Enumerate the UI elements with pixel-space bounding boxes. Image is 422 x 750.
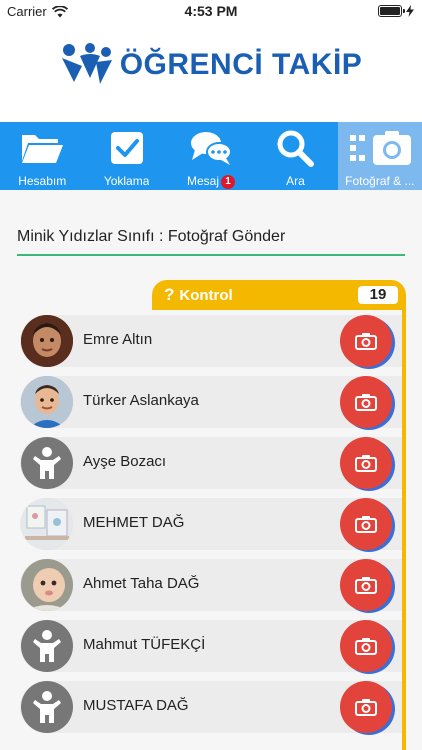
tab-fotograf[interactable]: Fotoğraf & ... bbox=[337, 122, 422, 190]
student-count: 19 bbox=[358, 286, 398, 304]
tab-label: Hesabım bbox=[18, 174, 67, 188]
student-name: Ayşe Bozacı bbox=[83, 453, 167, 470]
logo-text: ÖĞRENCİ TAKİP bbox=[119, 48, 363, 81]
tab-label: Ara bbox=[286, 174, 305, 188]
camera-icon bbox=[355, 516, 377, 533]
send-photo-button[interactable] bbox=[340, 376, 392, 428]
title-divider bbox=[17, 254, 405, 256]
avatar bbox=[21, 376, 73, 428]
tab-mesaj[interactable]: Mesaj 1 bbox=[169, 122, 253, 190]
battery-icon bbox=[378, 5, 405, 17]
camera-icon bbox=[355, 699, 377, 716]
charging-bolt-icon bbox=[406, 5, 414, 17]
person-placeholder-icon bbox=[33, 447, 61, 479]
tab-ara[interactable]: Ara bbox=[253, 122, 337, 190]
student-row: MUSTAFA DAĞ bbox=[20, 681, 402, 733]
child-photo bbox=[21, 376, 73, 428]
kontrol-rail bbox=[402, 308, 406, 750]
children-logo-icon bbox=[61, 43, 112, 84]
camera-icon bbox=[355, 577, 377, 594]
camera-icon bbox=[349, 131, 411, 165]
search-icon bbox=[277, 130, 315, 167]
child-photo bbox=[21, 315, 73, 367]
send-photo-button[interactable] bbox=[340, 437, 392, 489]
app-logo: ÖĞRENCİ TAKİP bbox=[0, 40, 422, 90]
tab-label: Yoklama bbox=[103, 174, 150, 188]
page-title: Minik Yıdızlar Sınıfı : Fotoğraf Gönder bbox=[17, 228, 286, 245]
chat-bubbles-icon bbox=[191, 132, 233, 165]
camera-icon bbox=[355, 638, 377, 655]
person-placeholder-icon bbox=[33, 691, 61, 723]
send-photo-button[interactable] bbox=[340, 681, 392, 733]
child-photo bbox=[21, 498, 73, 550]
send-photo-button[interactable] bbox=[340, 559, 392, 611]
student-name: Ahmet Taha DAĞ bbox=[83, 575, 200, 592]
tab-yoklama[interactable]: Yoklama bbox=[84, 122, 168, 190]
student-name: Mahmut TÜFEKÇİ bbox=[83, 636, 206, 653]
student-name: Türker Aslankaya bbox=[83, 392, 199, 409]
avatar bbox=[21, 559, 73, 611]
avatar bbox=[21, 681, 73, 733]
clock: 4:53 PM bbox=[184, 3, 238, 19]
student-name: MEHMET DAĞ bbox=[83, 514, 185, 531]
student-row: Türker Aslankaya bbox=[20, 376, 402, 428]
tab-label: Mesaj 1 bbox=[187, 174, 236, 189]
kontrol-header[interactable]: ? Kontrol 19 bbox=[152, 280, 406, 310]
send-photo-button[interactable] bbox=[340, 498, 392, 550]
battery-area bbox=[378, 5, 414, 17]
tab-hesabim[interactable]: Hesabım bbox=[0, 122, 84, 190]
camera-icon bbox=[355, 455, 377, 472]
child-photo bbox=[21, 559, 73, 611]
student-name: Emre Altın bbox=[83, 331, 153, 348]
student-name: MUSTAFA DAĞ bbox=[83, 697, 189, 714]
camera-icon bbox=[355, 394, 377, 411]
avatar bbox=[21, 620, 73, 672]
student-row: Ahmet Taha DAĞ bbox=[20, 559, 402, 611]
avatar bbox=[21, 437, 73, 489]
send-photo-button[interactable] bbox=[340, 620, 392, 672]
tab-bar: Hesabım Yoklama Mesaj 1 Ara Fotoğraf & .… bbox=[0, 122, 422, 190]
send-photo-button[interactable] bbox=[340, 315, 392, 367]
student-row: Ayşe Bozacı bbox=[20, 437, 402, 489]
kontrol-label: Kontrol bbox=[179, 286, 233, 304]
folder-icon bbox=[22, 135, 64, 163]
avatar bbox=[21, 315, 73, 367]
camera-icon bbox=[355, 333, 377, 350]
checkbox-icon bbox=[110, 132, 143, 164]
student-row: MEHMET DAĞ bbox=[20, 498, 402, 550]
tab-label: Fotoğraf & ... bbox=[345, 174, 415, 188]
main-content: Minik Yıdızlar Sınıfı : Fotoğraf Gönder … bbox=[0, 190, 422, 750]
unread-badge: 1 bbox=[221, 175, 236, 189]
status-bar: Carrier 4:53 PM bbox=[0, 0, 422, 24]
person-placeholder-icon bbox=[33, 630, 61, 662]
student-row: Mahmut TÜFEKÇİ bbox=[20, 620, 402, 672]
question-icon: ? bbox=[164, 285, 175, 304]
avatar bbox=[21, 498, 73, 550]
student-row: Emre Altın bbox=[20, 315, 402, 367]
